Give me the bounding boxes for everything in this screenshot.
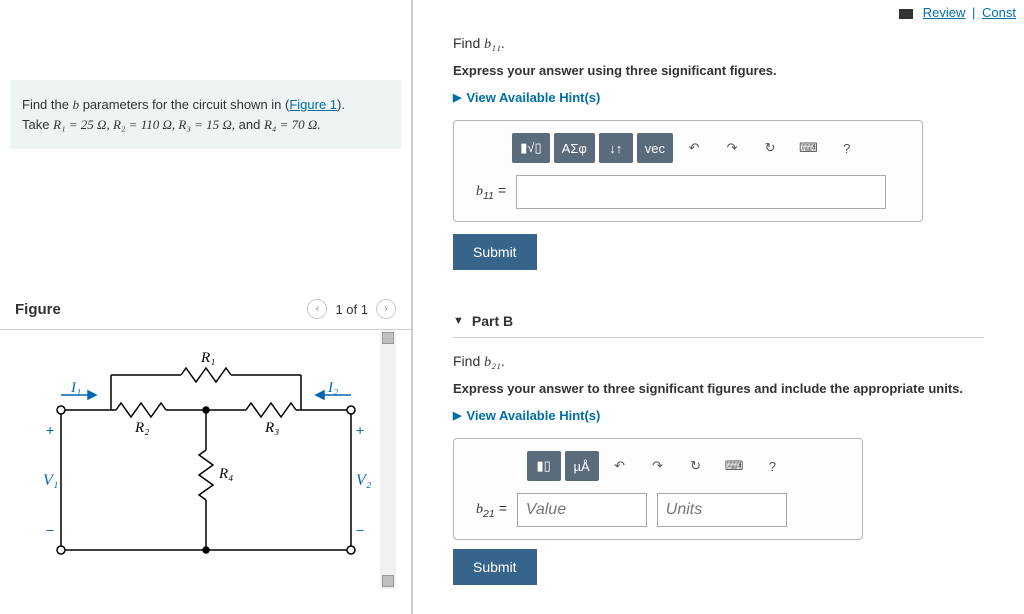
figure-scrollbar[interactable] (380, 330, 396, 589)
part-a-answer-input[interactable] (516, 175, 886, 209)
svg-text:I₁: I₁ (70, 380, 81, 396)
figure-title: Figure (15, 301, 61, 318)
book-icon (899, 9, 913, 19)
scroll-up-icon[interactable] (382, 332, 394, 344)
circuit-diagram: R₁ R₂ R₃ R₄ I₁ I₂ V₁ V₂ + − + − (41, 350, 371, 570)
part-b-var-label: b21 = (476, 500, 507, 520)
svg-text:I₂: I₂ (327, 380, 338, 396)
arrow-right-icon: ▶ (453, 409, 461, 422)
figure-prev-button[interactable]: ‹ (307, 299, 327, 319)
svg-text:R₁: R₁ (200, 350, 215, 366)
part-b-submit-button[interactable]: Submit (453, 549, 537, 585)
units-button[interactable]: µÅ (565, 451, 599, 481)
svg-text:+: + (46, 422, 54, 438)
part-b-find: Find b₂₁. (453, 353, 984, 371)
keyboard-button[interactable]: ⌨ (717, 451, 752, 481)
part-b-header[interactable]: ▼ Part B (453, 305, 984, 338)
svg-text:R₄: R₄ (218, 466, 233, 482)
help-button[interactable]: ? (755, 451, 789, 481)
part-b-toolbar: ▮▯ µÅ ↶ ↷ ↻ ⌨ ? (466, 451, 850, 481)
figure-next-button[interactable]: › (376, 299, 396, 319)
redo-button[interactable]: ↷ (641, 451, 675, 481)
left-panel: Find the b parameters for the circuit sh… (0, 0, 413, 614)
part-a-instruction: Express your answer using three signific… (453, 63, 984, 78)
undo-button[interactable]: ↶ (603, 451, 637, 481)
reset-button[interactable]: ↻ (679, 451, 713, 481)
figure-header: Figure ‹ 1 of 1 › (0, 299, 411, 319)
part-b-instruction: Express your answer to three significant… (453, 381, 984, 396)
part-b-units-input[interactable] (657, 493, 787, 527)
part-a-var-label: b11 = (476, 182, 506, 202)
svg-text:−: − (356, 522, 364, 538)
part-a-section: Find b₁₁. Express your answer using thre… (423, 35, 1014, 270)
problem-statement: Find the b parameters for the circuit sh… (10, 80, 401, 149)
figure-link[interactable]: Figure 1 (289, 97, 337, 112)
part-b-hints[interactable]: ▶ View Available Hint(s) (453, 408, 984, 423)
keyboard-button[interactable]: ⌨ (791, 133, 826, 163)
svg-text:R₂: R₂ (134, 420, 149, 436)
part-b-value-input[interactable] (517, 493, 647, 527)
constants-link[interactable]: Const (982, 5, 1016, 20)
figure-area: R₁ R₂ R₃ R₄ I₁ I₂ V₁ V₂ + − + − (0, 329, 411, 589)
part-a-hints[interactable]: ▶ View Available Hint(s) (453, 90, 984, 105)
right-panel: Review | Const Find b₁₁. Express your an… (413, 0, 1024, 614)
reset-button[interactable]: ↻ (753, 133, 787, 163)
subscript-button[interactable]: ↓↑ (599, 133, 633, 163)
review-link[interactable]: Review (923, 5, 966, 20)
chevron-down-icon: ▼ (453, 315, 464, 327)
undo-button[interactable]: ↶ (677, 133, 711, 163)
part-a-toolbar: ▮√▯ ΑΣφ ↓↑ vec ↶ ↷ ↻ ⌨ ? (466, 133, 910, 163)
redo-button[interactable]: ↷ (715, 133, 749, 163)
svg-text:V₁: V₁ (43, 472, 58, 489)
svg-text:+: + (356, 422, 364, 438)
templates-button[interactable]: ▮▯ (527, 451, 561, 481)
scroll-down-icon[interactable] (382, 575, 394, 587)
part-a-submit-button[interactable]: Submit (453, 234, 537, 270)
part-a-answer-box: ▮√▯ ΑΣφ ↓↑ vec ↶ ↷ ↻ ⌨ ? b11 = (453, 120, 923, 222)
symbols-button[interactable]: ΑΣφ (554, 133, 595, 163)
svg-text:R₃: R₃ (264, 420, 279, 436)
arrow-right-icon: ▶ (453, 91, 461, 104)
svg-text:V₂: V₂ (356, 472, 371, 489)
vec-button[interactable]: vec (637, 133, 673, 163)
figure-nav-label: 1 of 1 (335, 302, 368, 317)
templates-button[interactable]: ▮√▯ (512, 133, 549, 163)
part-b-title: Part B (472, 313, 513, 329)
part-b-answer-box: ▮▯ µÅ ↶ ↷ ↻ ⌨ ? b21 = (453, 438, 863, 540)
part-a-find: Find b₁₁. (453, 35, 984, 53)
svg-text:−: − (46, 522, 54, 538)
help-button[interactable]: ? (830, 133, 864, 163)
part-b-section: ▼ Part B Find b₂₁. Express your answer t… (423, 305, 1014, 585)
top-links: Review | Const (899, 5, 1019, 20)
